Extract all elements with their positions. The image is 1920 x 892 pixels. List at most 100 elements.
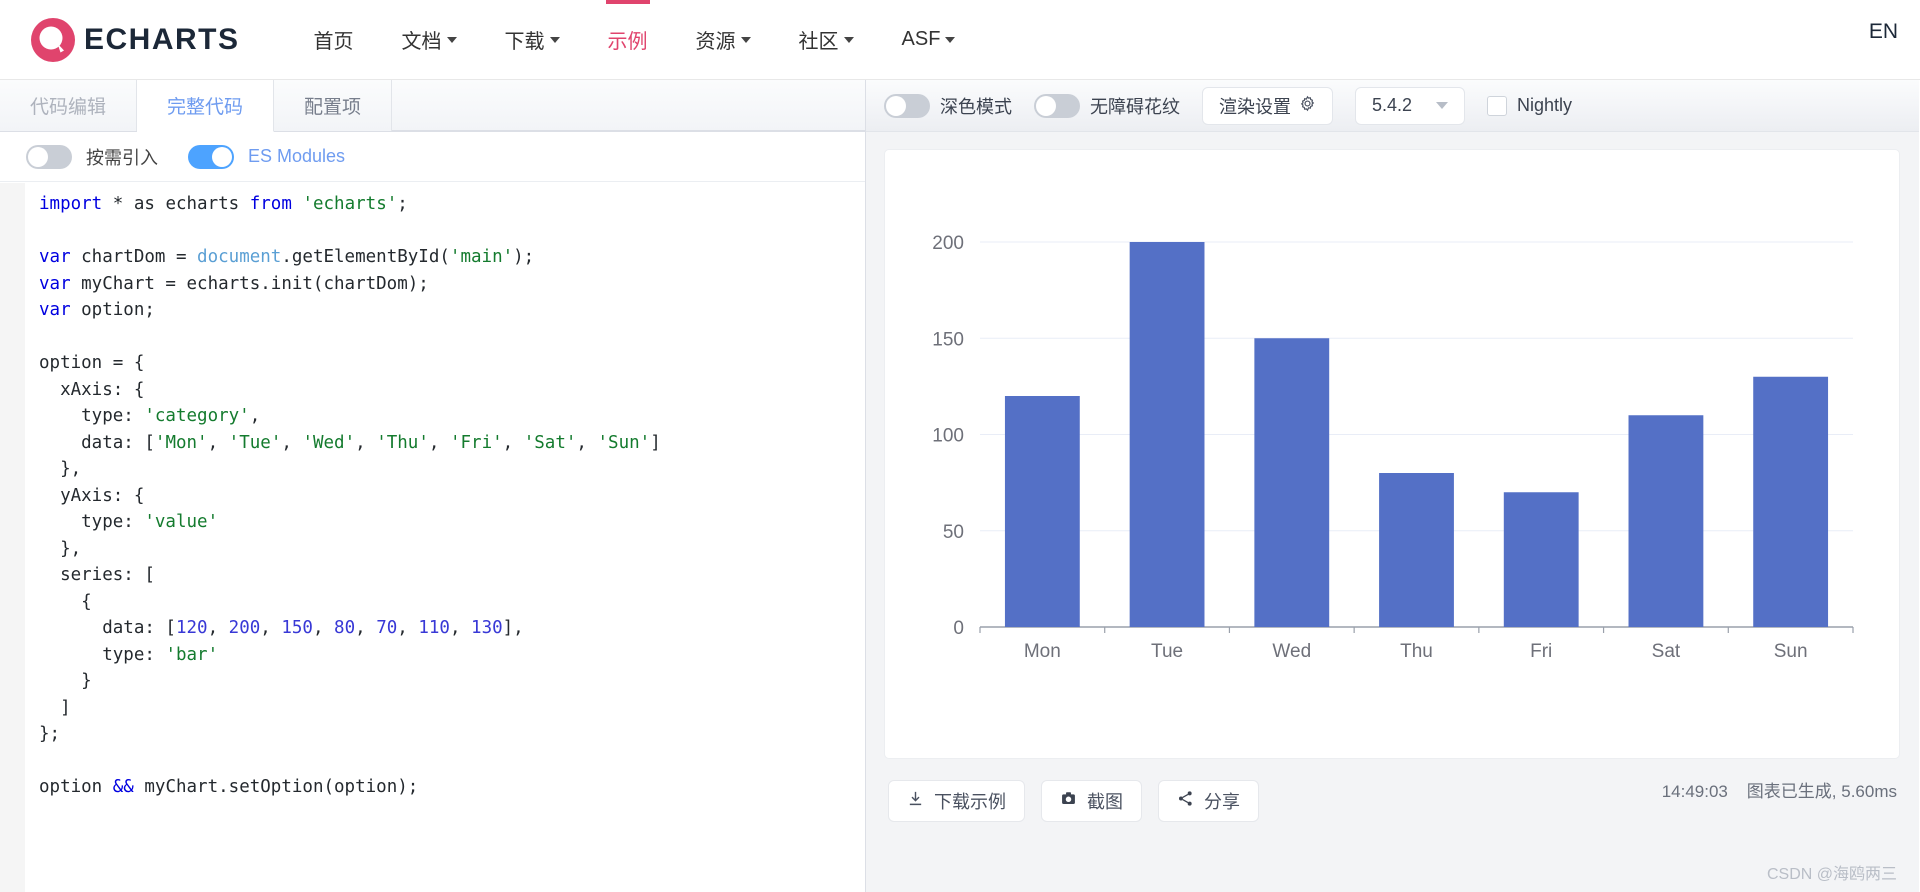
code-viewer[interactable]: import * as echarts from 'echarts'; var … <box>0 183 865 892</box>
code-token: , <box>355 432 377 453</box>
code-token: 'Mon' <box>154 432 208 453</box>
nav-item-label: 资源 <box>695 31 736 53</box>
import-mode-toggle-row: 按需引入 ES Modules <box>0 132 865 182</box>
code-line: }, <box>39 536 865 563</box>
render-settings-button[interactable]: 渲染设置 <box>1202 86 1333 125</box>
bar[interactable] <box>1379 473 1454 627</box>
nav-item-asf[interactable]: ASF <box>878 0 980 80</box>
version-value: 5.4.2 <box>1372 95 1413 115</box>
code-token: , <box>260 618 282 638</box>
x-axis-category-label: Mon <box>1024 641 1061 662</box>
code-token: from <box>249 194 292 214</box>
es-modules-label: ES Modules <box>248 146 346 166</box>
code-token: ], <box>502 618 524 638</box>
toggle-knob <box>1036 95 1056 116</box>
share-button[interactable]: 分享 <box>1158 780 1259 822</box>
camera-icon <box>1060 790 1077 812</box>
version-select[interactable]: 5.4.2 <box>1355 86 1465 125</box>
code-token: 'Sat' <box>523 432 577 453</box>
nav-item-community[interactable]: 社区 <box>775 0 878 80</box>
code-token: import <box>39 194 103 214</box>
code-token: } <box>39 671 92 691</box>
x-axis-category-label: Fri <box>1530 641 1552 662</box>
bar[interactable] <box>1129 242 1205 627</box>
code-line: series: [ <box>39 562 865 589</box>
code-token: as <box>133 194 155 214</box>
es-modules-toggle[interactable] <box>188 144 234 169</box>
code-token: , <box>397 618 419 638</box>
code-token: document <box>197 247 282 267</box>
bar[interactable] <box>1254 338 1330 627</box>
chart-container[interactable]: 0 50 100 150 200 Mon Tue Wed Thu Fri Sat Sun <box>884 149 1900 759</box>
nightly-checkbox[interactable] <box>1487 95 1507 116</box>
nav-item-home[interactable]: 首页 <box>290 0 378 80</box>
chevron-down-icon <box>549 36 560 43</box>
tab-label: 配置项 <box>304 97 362 118</box>
share-icon <box>1177 790 1194 812</box>
x-axis-category-label: Thu <box>1400 641 1433 662</box>
code-token: { <box>39 591 92 612</box>
code-content[interactable]: import * as echarts from 'echarts'; var … <box>25 183 865 892</box>
code-token: 'Sun' <box>597 432 651 453</box>
code-token: 150 <box>281 618 313 638</box>
nav-item-examples[interactable]: 示例 <box>584 0 672 80</box>
bar[interactable] <box>1753 376 1829 627</box>
tab-code-edit[interactable]: 代码编辑 <box>0 80 138 131</box>
code-token: .getElementById( <box>281 247 450 267</box>
toggle-knob <box>212 146 232 167</box>
tab-bar-filler <box>392 80 865 131</box>
bar-chart[interactable]: 0 50 100 150 200 Mon Tue Wed Thu Fri Sat Sun <box>885 150 1901 760</box>
on-demand-import-label: 按需引入 <box>86 147 158 168</box>
top-navigation-bar: ECHARTS 首页 文档 下载 示例 资源 社区 ASF EN <box>0 0 1920 80</box>
code-token: }; <box>39 724 61 744</box>
watermark-text: CSDN @海鸥两三 <box>1766 866 1897 883</box>
code-token: var <box>39 300 71 320</box>
bar[interactable] <box>1628 415 1704 627</box>
code-token: , <box>249 406 261 426</box>
code-token: * <box>102 194 134 214</box>
nav-item-resources[interactable]: 资源 <box>672 0 775 80</box>
y-axis-tick-label: 150 <box>932 329 964 350</box>
nav-item-label: 社区 <box>798 31 839 53</box>
code-token: var <box>39 247 71 267</box>
code-token: 120 <box>175 618 208 638</box>
code-token: , <box>502 432 524 453</box>
code-token: type: <box>39 512 145 532</box>
chevron-down-icon <box>1436 102 1448 109</box>
status-message: 图表已生成, 5.60ms <box>1746 782 1897 801</box>
code-line: option = { <box>39 350 865 377</box>
screenshot-button[interactable]: 截图 <box>1041 780 1142 822</box>
bar[interactable] <box>1503 492 1579 627</box>
code-token: type: <box>39 644 166 665</box>
chevron-down-icon <box>945 36 956 43</box>
code-line: type: 'category', <box>39 403 865 430</box>
logo-text: ECHARTS <box>84 22 240 56</box>
language-switch-link[interactable]: EN <box>1869 20 1898 44</box>
toggle-knob <box>28 146 48 167</box>
dark-mode-toggle[interactable] <box>884 93 930 118</box>
code-token: yAxis: { <box>39 485 145 506</box>
y-axis-tick-label: 0 <box>953 618 964 639</box>
code-line: } <box>39 668 865 695</box>
code-token: , <box>355 618 377 638</box>
code-gutter <box>0 183 25 892</box>
accessibility-pattern-toggle[interactable] <box>1034 93 1080 118</box>
tab-config-options[interactable]: 配置项 <box>274 80 393 131</box>
code-token: && <box>112 777 134 797</box>
code-line: ] <box>39 695 865 722</box>
nav-item-docs[interactable]: 文档 <box>378 0 481 80</box>
nightly-label: Nightly <box>1517 95 1573 115</box>
on-demand-import-toggle[interactable] <box>26 144 72 169</box>
bar[interactable] <box>1004 396 1080 627</box>
download-example-button[interactable]: 下载示例 <box>888 780 1025 822</box>
tab-full-code[interactable]: 完整代码 <box>137 80 275 132</box>
chevron-down-icon <box>446 36 457 43</box>
site-logo[interactable]: ECHARTS <box>30 15 240 65</box>
chevron-down-icon <box>740 36 751 43</box>
code-token: ); <box>513 247 535 267</box>
editor-tab-bar: 代码编辑 完整代码 配置项 <box>0 80 865 132</box>
nav-item-download[interactable]: 下载 <box>481 0 584 80</box>
